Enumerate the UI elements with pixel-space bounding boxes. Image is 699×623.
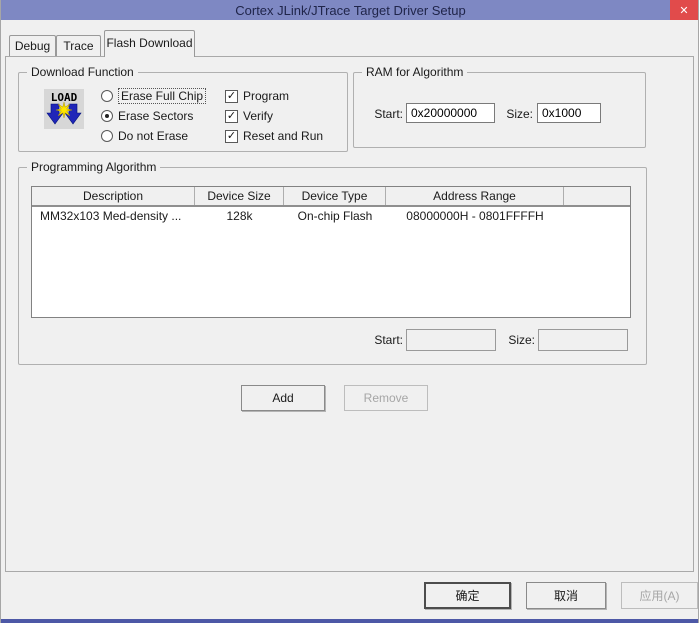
tab-debug[interactable]: Debug [9, 35, 56, 56]
close-button[interactable]: ✕ [670, 0, 698, 20]
cell-device-size: 128k [195, 207, 284, 225]
ram-for-algorithm-legend: RAM for Algorithm [362, 65, 467, 79]
header-address-range: Address Range [386, 187, 564, 205]
cell-device-type: On-chip Flash [284, 207, 386, 225]
cancel-button[interactable]: 取消 [526, 582, 606, 609]
algorithm-size-label: Size: [483, 333, 535, 347]
tab-trace[interactable]: Trace [56, 35, 101, 56]
algorithm-table: Description Device Size Device Type Addr… [31, 186, 631, 318]
checkbox-program-label: Program [243, 89, 289, 103]
add-button-label: Add [272, 391, 293, 405]
header-empty [564, 187, 630, 205]
ok-button[interactable]: 确定 [424, 582, 511, 609]
ram-start-label: Start: [353, 107, 403, 121]
checkbox-verify-box: ✓ [225, 110, 238, 123]
cancel-button-label: 取消 [554, 587, 578, 604]
load-icon: LOAD [44, 89, 84, 129]
ok-button-label: 确定 [455, 587, 479, 604]
header-device-type: Device Type [284, 187, 386, 205]
programming-algorithm-legend: Programming Algorithm [27, 160, 160, 174]
remove-button: Remove [344, 385, 428, 411]
checkbox-verify[interactable]: ✓ Verify [225, 108, 273, 124]
algorithm-size-input [538, 329, 628, 351]
apply-button: 应用(A) [621, 582, 698, 609]
cell-address-range: 08000000H - 0801FFFFH [386, 207, 564, 225]
header-description: Description [32, 187, 195, 205]
radio-erase-full-chip[interactable]: Erase Full Chip [101, 88, 206, 104]
ram-size-label: Size: [487, 107, 533, 121]
tab-trace-label: Trace [63, 39, 93, 53]
checkbox-program[interactable]: ✓ Program [225, 88, 289, 104]
radio-erase-sectors-label: Erase Sectors [118, 109, 193, 123]
algorithm-table-header: Description Device Size Device Type Addr… [32, 187, 630, 207]
radio-erase-sectors-circle [101, 110, 113, 122]
radio-erase-sectors[interactable]: Erase Sectors [101, 108, 193, 124]
tab-flash-download-label: Flash Download [106, 36, 192, 50]
radio-do-not-erase[interactable]: Do not Erase [101, 128, 188, 144]
radio-erase-full-chip-circle [101, 90, 113, 102]
checkbox-reset-and-run-box: ✓ [225, 130, 238, 143]
close-icon: ✕ [679, 4, 688, 17]
cell-description: MM32x103 Med-density ... [32, 207, 195, 225]
window-bottom-border [1, 619, 699, 623]
ram-start-input[interactable] [406, 103, 495, 123]
dialog-window: Cortex JLink/JTrace Target Driver Setup … [0, 0, 699, 623]
download-function-legend: Download Function [27, 65, 138, 79]
remove-button-label: Remove [364, 391, 409, 405]
table-row[interactable]: MM32x103 Med-density ... 128k On-chip Fl… [32, 207, 630, 225]
add-button[interactable]: Add [241, 385, 325, 411]
radio-erase-full-chip-label: Erase Full Chip [118, 88, 206, 104]
header-device-size: Device Size [195, 187, 284, 205]
checkbox-program-box: ✓ [225, 90, 238, 103]
window-title: Cortex JLink/JTrace Target Driver Setup [235, 3, 465, 18]
apply-button-label: 应用(A) [640, 587, 680, 604]
algorithm-start-label: Start: [351, 333, 403, 347]
cell-empty [564, 207, 630, 225]
tab-debug-label: Debug [15, 39, 50, 53]
radio-do-not-erase-circle [101, 130, 113, 142]
checkbox-verify-label: Verify [243, 109, 273, 123]
ram-size-input[interactable] [537, 103, 601, 123]
checkbox-reset-and-run-label: Reset and Run [243, 129, 323, 143]
checkbox-reset-and-run[interactable]: ✓ Reset and Run [225, 128, 323, 144]
tab-flash-download[interactable]: Flash Download [104, 30, 195, 57]
titlebar: Cortex JLink/JTrace Target Driver Setup [1, 0, 699, 20]
radio-do-not-erase-label: Do not Erase [118, 129, 188, 143]
